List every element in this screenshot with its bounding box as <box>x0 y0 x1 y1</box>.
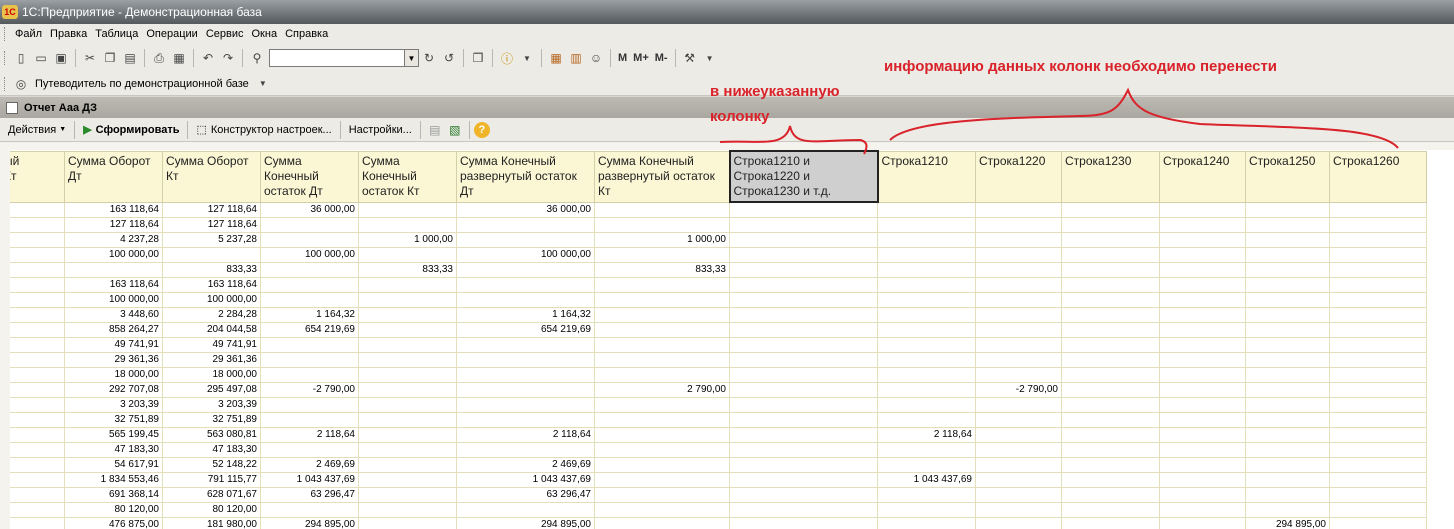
annotation-brace <box>719 87 1399 155</box>
annotation-top: информацию данных колонк необходимо пере… <box>884 58 1278 75</box>
annotation-left-line2: колонку <box>710 108 770 125</box>
annotation-left-line1: в нижеуказанную <box>710 83 840 100</box>
